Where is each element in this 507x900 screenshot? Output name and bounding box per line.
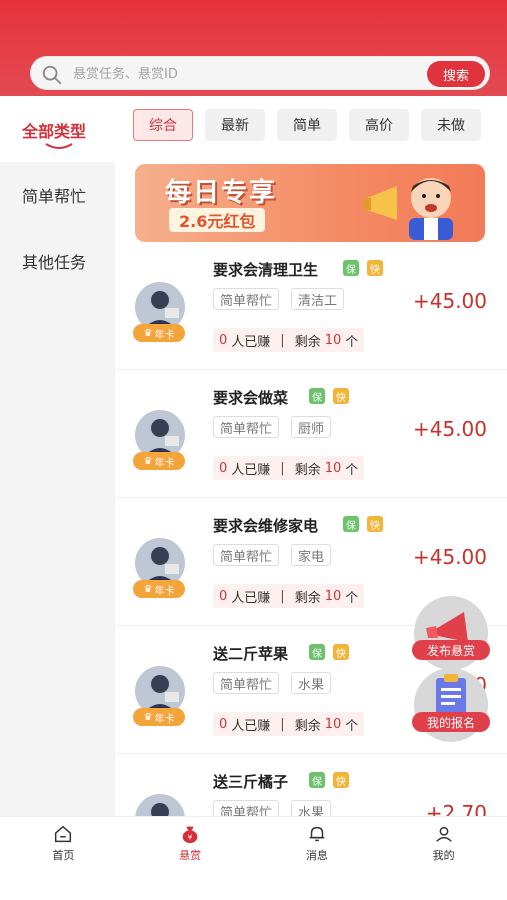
vip-badge: ♛ 年卡 <box>133 708 185 726</box>
tab-message[interactable]: 消息 <box>254 817 381 868</box>
search-button[interactable]: 搜索 <box>427 61 485 87</box>
tag-chip: 水果 <box>291 672 332 694</box>
crown-icon: ♛ <box>143 455 153 467</box>
avatar <box>135 794 185 816</box>
message-icon <box>309 826 325 841</box>
banner-title: 每日专享 <box>165 178 278 208</box>
task-price: +45.00 <box>412 417 487 441</box>
tag-chip: 水果 <box>291 800 332 816</box>
sidebar-item-other-tasks[interactable]: 其他任务 <box>0 228 115 294</box>
megaphone-mascot-icon <box>363 178 453 240</box>
filter-tab-simple[interactable]: 简单 <box>277 109 337 141</box>
reward-bag-icon: ¥ <box>182 826 198 843</box>
tab-home[interactable]: 首页 <box>0 817 127 868</box>
category-all-label: 全部类型 <box>22 122 87 141</box>
my-signup-button[interactable]: 我的报名 <box>412 668 490 742</box>
tag-chip: 简单帮忙 <box>213 544 280 566</box>
sidebar: 简单帮忙 其他任务 <box>0 162 115 816</box>
header: 搜索 <box>0 0 507 96</box>
task-price: +2.70 <box>425 801 487 816</box>
search-input[interactable] <box>73 63 413 85</box>
fast-tag: 快 <box>333 772 349 788</box>
svg-text:¥: ¥ <box>188 832 193 841</box>
my-signup-label: 我的报名 <box>412 712 490 732</box>
task-row[interactable]: 送三斤橘子 保 快 简单帮忙 水果 +2.70 <box>115 754 507 816</box>
guarantee-tag: 保 <box>343 260 359 276</box>
task-price: +45.00 <box>412 289 487 313</box>
crown-icon: ♛ <box>143 583 153 595</box>
task-stats: 0 人已赚 | 剩余 10 个 <box>213 456 365 480</box>
task-row[interactable]: ♛ 年卡 要求会做菜 保 快 简单帮忙 厨师 0 人已赚 | 剩余 10 个 +45.… <box>115 370 507 498</box>
crown-icon: ♛ <box>143 711 153 723</box>
fast-tag: 快 <box>367 516 383 532</box>
filter-tab-high-price[interactable]: 高价 <box>349 109 409 141</box>
category-all[interactable]: 全部类型 <box>0 104 115 160</box>
home-icon <box>55 825 72 842</box>
task-title: 要求会清理卫生 <box>213 261 319 279</box>
vip-badge: ♛ 年卡 <box>133 324 185 342</box>
guarantee-tag: 保 <box>309 388 325 404</box>
fast-tag: 快 <box>333 644 349 660</box>
tag-chip: 简单帮忙 <box>213 416 280 438</box>
tab-reward[interactable]: ¥ 悬赏 <box>127 817 254 868</box>
fast-tag: 快 <box>333 388 349 404</box>
tag-chip: 清洁工 <box>291 288 345 310</box>
publish-reward-button[interactable]: 发布悬赏 <box>412 596 490 670</box>
tag-chip: 简单帮忙 <box>213 800 280 816</box>
sidebar-item-simple-help[interactable]: 简单帮忙 <box>0 162 115 228</box>
task-row[interactable]: ♛ 年卡 要求会清理卫生 保 快 简单帮忙 清洁工 0 人已赚 | 剩余 10 个 +… <box>115 242 507 370</box>
filter-tabs: 综合 最新 简单 高价 未做 <box>133 109 481 141</box>
task-title: 要求会维修家电 <box>213 517 319 535</box>
user-icon <box>435 826 452 842</box>
task-stats: 0 人已赚 | 剩余 10 个 <box>213 328 365 352</box>
tag-chip: 简单帮忙 <box>213 288 280 310</box>
banner-subtitle: 2.6元红包 <box>169 208 266 232</box>
guarantee-tag: 保 <box>309 772 325 788</box>
publish-reward-label: 发布悬赏 <box>412 640 490 660</box>
filter-tab-undone[interactable]: 未做 <box>421 109 481 141</box>
bottom-tabbar: 首页 ¥ 悬赏 消息 我的 <box>0 816 507 868</box>
guarantee-tag: 保 <box>309 644 325 660</box>
task-stats: 0 人已赚 | 剩余 10 个 <box>213 584 365 608</box>
task-title: 要求会做菜 <box>213 389 289 407</box>
tag-chip: 厨师 <box>291 416 332 438</box>
promo-banner[interactable]: 每日专享 2.6元红包 <box>135 164 485 242</box>
vip-badge: ♛ 年卡 <box>133 452 185 470</box>
task-stats: 0 人已赚 | 剩余 10 个 <box>213 712 365 736</box>
task-title: 送二斤苹果 <box>213 645 289 663</box>
search-icon <box>42 65 62 85</box>
tag-chip: 家电 <box>291 544 332 566</box>
task-price: +45.00 <box>412 545 487 569</box>
task-title: 送三斤橘子 <box>213 773 289 791</box>
search-bar[interactable]: 搜索 <box>30 56 490 90</box>
tab-mine[interactable]: 我的 <box>380 817 507 868</box>
filter-tab-newest[interactable]: 最新 <box>205 109 265 141</box>
vip-badge: ♛ 年卡 <box>133 580 185 598</box>
fast-tag: 快 <box>367 260 383 276</box>
crown-icon: ♛ <box>143 327 153 339</box>
underline-curve-icon <box>45 143 73 149</box>
filter-tab-comprehensive[interactable]: 综合 <box>133 109 193 141</box>
guarantee-tag: 保 <box>343 516 359 532</box>
tag-chip: 简单帮忙 <box>213 672 280 694</box>
